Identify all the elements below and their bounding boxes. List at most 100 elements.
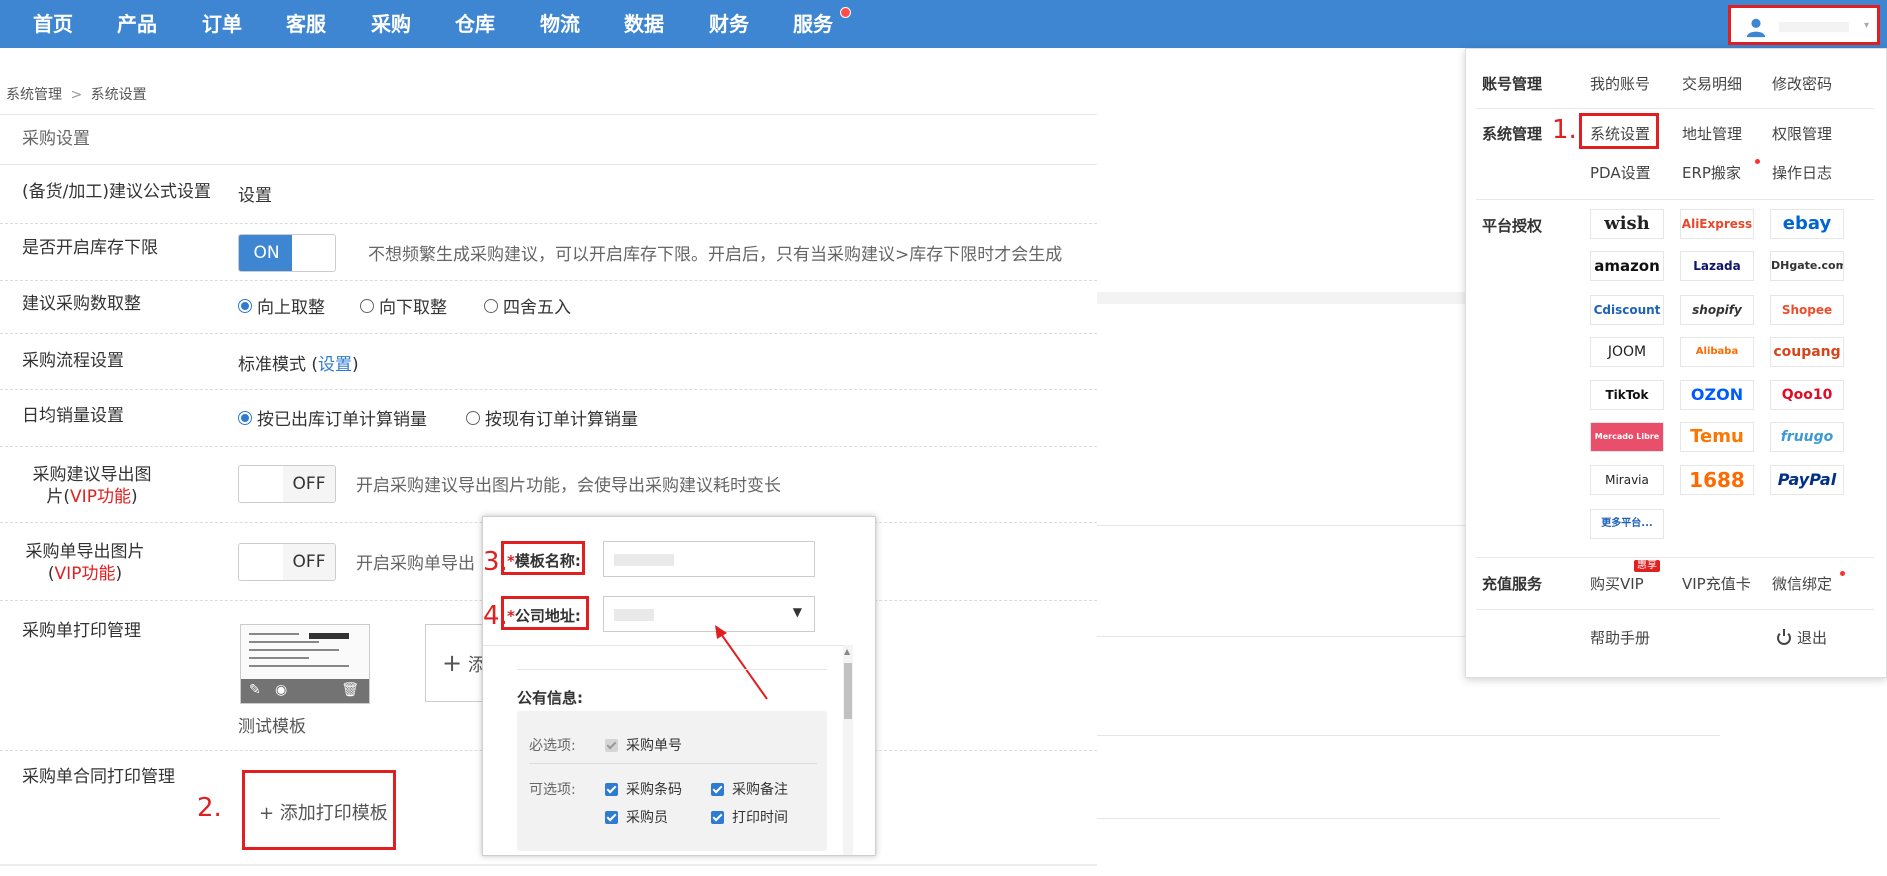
divider [529, 763, 817, 764]
menu-system-settings[interactable]: 系统设置 [1590, 123, 1650, 144]
platform-tiktok[interactable]: TikTok [1590, 380, 1664, 410]
divider [0, 164, 1097, 165]
nav-services[interactable]: 服务 [793, 0, 833, 48]
notification-dot [1840, 571, 1845, 576]
toggle-knob [239, 544, 285, 580]
platform-aliexpress[interactable]: AliExpress [1680, 209, 1754, 239]
nav-logistics[interactable]: 物流 [540, 0, 580, 48]
divider [517, 669, 827, 670]
formula-settings-link[interactable]: 设置 [238, 181, 272, 206]
contract-print-label: 采购单合同打印管理 [22, 767, 175, 787]
optional-barcode-checkbox[interactable]: 采购条码 [605, 779, 682, 799]
divider [1097, 735, 1720, 736]
public-info-title: 公有信息: [517, 689, 583, 707]
order-image-hint: 开启采购单导出 [356, 554, 475, 574]
menu-help[interactable]: 帮助手册 [1590, 627, 1650, 648]
platform-amazon[interactable]: amazon [1590, 251, 1664, 281]
rounding-option-up[interactable]: 向上取整 [238, 293, 325, 318]
menu-wechat-bind[interactable]: 微信绑定 [1772, 573, 1832, 594]
company-address-select[interactable]: ▼ [603, 596, 815, 632]
menu-vip-card[interactable]: VIP充值卡 [1682, 573, 1751, 594]
platform-mercadolibre[interactable]: Mercado Libre [1590, 422, 1664, 452]
menu-logout[interactable]: 退出 [1797, 627, 1827, 648]
order-image-toggle[interactable]: OFF [238, 543, 336, 581]
daily-sales-option-current[interactable]: 按现有订单计算销量 [466, 405, 638, 430]
daily-sales-option-shipped[interactable]: 按已出库订单计算销量 [238, 405, 427, 430]
rounding-option-half[interactable]: 四舍五入 [484, 293, 571, 318]
toggle-knob [292, 235, 335, 271]
optional-print-time-checkbox[interactable]: 打印时间 [711, 807, 788, 827]
platform-temu[interactable]: Temu [1680, 422, 1754, 452]
step-1-annotation: 1. [1552, 115, 1577, 145]
row-divider [0, 389, 1097, 390]
optional-remark-checkbox[interactable]: 采购备注 [711, 779, 788, 799]
platform-qoo10[interactable]: Qoo10 [1770, 380, 1844, 410]
template-thumbnail[interactable]: ✎ ◉ 🗑 [240, 624, 370, 704]
nav-warehouse[interactable]: 仓库 [455, 0, 495, 48]
export-image-toggle[interactable]: OFF [238, 465, 336, 503]
optional-buyer-checkbox[interactable]: 采购员 [605, 807, 668, 827]
row-divider [0, 280, 1097, 281]
order-image-label: 采购单导出图片 (VIP功能) [25, 542, 145, 584]
platform-paypal[interactable]: PayPal [1770, 465, 1844, 495]
platform-miravia[interactable]: Miravia [1590, 465, 1664, 495]
user-menu-trigger[interactable]: ▾ [1728, 5, 1880, 45]
platform-joom[interactable]: JOOM [1590, 337, 1664, 367]
platform-lazada[interactable]: Lazada [1680, 251, 1754, 281]
platform-ozon[interactable]: OZON [1680, 380, 1754, 410]
edit-icon[interactable]: ✎ [249, 682, 261, 698]
more-platforms-button[interactable]: 更多平台... [1590, 509, 1664, 539]
menu-section-system: 系统管理 [1482, 125, 1543, 143]
annotation-arrow [715, 625, 768, 700]
nav-finance[interactable]: 财务 [709, 0, 749, 48]
platform-fruugo[interactable]: fruugo [1770, 422, 1844, 452]
menu-erp-migration[interactable]: ERP搬家 [1682, 162, 1741, 183]
add-contract-template-button[interactable]: + 添加打印模板 [242, 770, 396, 850]
platform-ebay[interactable]: ebay [1770, 209, 1844, 239]
platform-cdiscount[interactable]: Cdiscount [1590, 295, 1664, 325]
export-image-hint: 开启采购建议导出图片功能，会使导出采购建议耗时变长 [356, 476, 781, 496]
nav-data[interactable]: 数据 [624, 0, 664, 48]
nav-products[interactable]: 产品 [117, 0, 157, 48]
template-name-label: *模板名称: [507, 552, 581, 570]
nav-purchase[interactable]: 采购 [371, 0, 411, 48]
divider [483, 645, 843, 646]
menu-operation-log[interactable]: 操作日志 [1772, 162, 1832, 183]
menu-buy-vip[interactable]: 购买VIP [1590, 573, 1644, 594]
platform-1688[interactable]: 1688 [1680, 465, 1754, 495]
platform-shopee[interactable]: Shopee [1770, 295, 1844, 325]
menu-address-management[interactable]: 地址管理 [1682, 123, 1742, 144]
nav-orders[interactable]: 订单 [202, 0, 242, 48]
row-divider [0, 223, 1097, 224]
template-name-input[interactable] [603, 541, 815, 577]
row-divider [0, 446, 1097, 447]
row-divider [0, 333, 1097, 334]
nav-customer-service[interactable]: 客服 [286, 0, 326, 48]
rounding-option-down[interactable]: 向下取整 [360, 293, 447, 318]
divider [0, 864, 1097, 866]
top-nav: 首页 产品 订单 客服 采购 仓库 物流 数据 财务 服务 ▾ [0, 0, 1887, 48]
scrollbar-thumb[interactable] [844, 663, 852, 719]
preview-icon[interactable]: ◉ [275, 682, 287, 698]
platform-wish[interactable]: wish [1590, 209, 1664, 239]
menu-my-account[interactable]: 我的账号 [1590, 73, 1650, 94]
platform-coupang[interactable]: coupang [1770, 337, 1844, 367]
platform-shopify[interactable]: shopify [1680, 295, 1754, 325]
delete-icon[interactable]: 🗑 [341, 682, 359, 698]
breadcrumb-parent[interactable]: 系统管理 [6, 87, 62, 103]
menu-change-password[interactable]: 修改密码 [1772, 73, 1832, 94]
scroll-up-icon[interactable]: ▲ [844, 647, 850, 656]
user-icon [1746, 18, 1766, 38]
menu-permissions[interactable]: 权限管理 [1772, 123, 1832, 144]
process-settings-link[interactable]: 设置 [318, 355, 352, 375]
menu-transactions[interactable]: 交易明细 [1682, 73, 1742, 94]
add-print-template-button[interactable]: + 添 [425, 624, 486, 702]
platform-dhgate[interactable]: DHgate.com [1770, 251, 1844, 281]
toggle-off-label: OFF [283, 544, 335, 580]
stock-limit-toggle[interactable]: ON [238, 234, 336, 272]
menu-pda-settings[interactable]: PDA设置 [1590, 162, 1651, 183]
nav-home[interactable]: 首页 [33, 0, 73, 48]
platform-alibaba[interactable]: Alibaba [1680, 337, 1754, 367]
dialog-scrollbar[interactable]: ▲ [843, 645, 853, 855]
checkbox-checked-icon [711, 810, 724, 824]
